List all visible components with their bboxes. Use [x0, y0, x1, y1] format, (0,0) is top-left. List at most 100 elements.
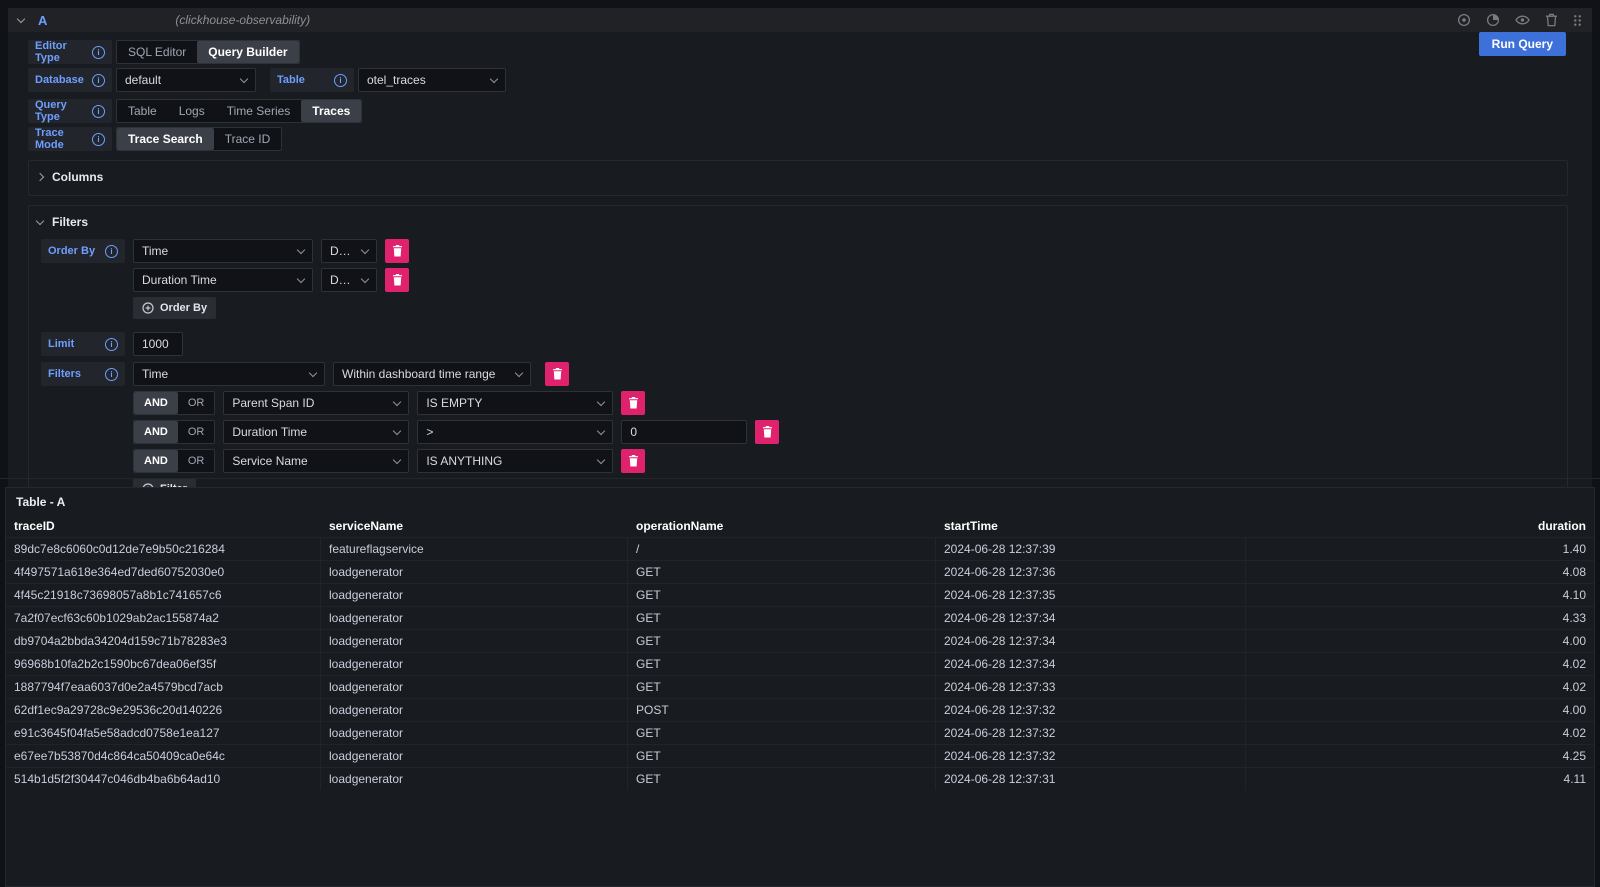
info-icon[interactable] [105, 368, 118, 381]
chevron-down-icon [361, 274, 369, 282]
editor-type-option[interactable]: SQL Editor [117, 41, 197, 63]
remove-filter-button[interactable] [621, 391, 645, 415]
trace-id-link[interactable]: 4f45c21918c73698057a8b1c741657c6 [6, 584, 321, 606]
filter-field-select[interactable]: Service Name [223, 449, 409, 473]
info-icon[interactable] [92, 46, 105, 59]
trace-id-link[interactable]: 89dc7e8c6060c0d12de7e9b50c216284 [6, 538, 321, 560]
columns-section-header[interactable]: Columns [37, 166, 1559, 188]
order-by-direction-select[interactable]: DESC [321, 239, 377, 263]
trace-id-link[interactable]: e67ee7b53870d4c864ca50409ca0e64c [6, 745, 321, 767]
limit-input[interactable] [133, 332, 183, 356]
trace-id-link[interactable]: 62df1ec9a29728c9e29536c20d140226 [6, 699, 321, 721]
trash-icon[interactable] [1545, 13, 1558, 27]
service-name-cell: loadgenerator [321, 630, 628, 652]
order-by-field-select[interactable]: Time [133, 239, 313, 263]
database-select[interactable]: default [116, 68, 256, 92]
table-row: e67ee7b53870d4c864ca50409ca0e64c loadgen… [6, 744, 1594, 767]
start-time-cell: 2024-06-28 12:37:34 [936, 607, 1246, 629]
filter-field-select[interactable]: Parent Span ID [223, 391, 409, 415]
chevron-down-icon [393, 397, 401, 405]
circle-dot-icon[interactable] [1457, 13, 1471, 27]
table-select[interactable]: otel_traces [358, 68, 506, 92]
and-option[interactable]: AND [134, 450, 178, 472]
column-header[interactable]: startTime [936, 515, 1246, 537]
order-by-direction-select[interactable]: DESC [321, 268, 377, 292]
query-type-option[interactable]: Table [117, 100, 168, 122]
table-row: 62df1ec9a29728c9e29536c20d140226 loadgen… [6, 698, 1594, 721]
or-option[interactable]: OR [178, 421, 215, 443]
service-name-cell: loadgenerator [321, 768, 628, 790]
trace-id-link[interactable]: e91c3645f04fa5e58adcd0758e1ea127 [6, 722, 321, 744]
service-name-cell: loadgenerator [321, 676, 628, 698]
info-icon[interactable] [92, 74, 105, 87]
order-by-field-select[interactable]: Duration Time [133, 268, 313, 292]
or-option[interactable]: OR [178, 450, 215, 472]
filter-field-select[interactable]: Time [133, 362, 325, 386]
trace-mode-option[interactable]: Trace ID [214, 128, 282, 150]
column-header[interactable]: duration [1246, 515, 1594, 537]
eye-icon[interactable] [1515, 14, 1530, 26]
table-row: 514b1d5f2f30447c046db4ba6b64ad10 loadgen… [6, 767, 1594, 790]
drag-handle-icon[interactable] [1573, 14, 1582, 27]
table-row: e91c3645f04fa5e58adcd0758e1ea127 loadgen… [6, 721, 1594, 744]
query-type-option[interactable]: Logs [168, 100, 216, 122]
table-row: 96968b10fa2b2c1590bc67dea06ef35f loadgen… [6, 652, 1594, 675]
remove-filter-button[interactable] [755, 420, 779, 444]
filter-value-input[interactable] [621, 420, 747, 444]
and-option[interactable]: AND [134, 421, 178, 443]
trace-id-link[interactable]: 7a2f07ecf63c60b1029ab2ac155874a2 [6, 607, 321, 629]
datasource-name: (clickhouse-observability) [175, 13, 310, 27]
run-query-button[interactable]: Run Query [1479, 32, 1566, 56]
duration-cell: 4.00 [1246, 699, 1594, 721]
time-filter-row: Time Within dashboard time range [133, 362, 779, 386]
info-icon[interactable] [105, 338, 118, 351]
trace-id-link[interactable]: 4f497571a618e364ed7ded60752030e0 [6, 561, 321, 583]
filter-operator-select[interactable]: IS EMPTY [417, 391, 613, 415]
operation-name-cell: GET [628, 584, 936, 606]
info-icon[interactable] [105, 245, 118, 258]
order-by-label: Order By [41, 239, 125, 263]
remove-filter-button[interactable] [545, 362, 569, 386]
service-name-cell: loadgenerator [321, 584, 628, 606]
pane-divider[interactable] [0, 478, 1600, 479]
add-order-by-button[interactable]: Order By [133, 297, 216, 319]
column-header[interactable]: serviceName [321, 515, 628, 537]
duration-cell: 4.02 [1246, 676, 1594, 698]
filter-operator-select[interactable]: Within dashboard time range [333, 362, 531, 386]
query-type-option[interactable]: Traces [301, 100, 361, 122]
chevron-down-icon [309, 368, 317, 376]
order-by-row: Time DESC [133, 239, 409, 263]
info-icon[interactable] [92, 133, 105, 146]
remove-filter-button[interactable] [621, 449, 645, 473]
filter-field-select[interactable]: Duration Time [223, 420, 409, 444]
trace-id-link[interactable]: 1887794f7eaa6037d0e2a4579bcd7acb [6, 676, 321, 698]
column-header[interactable]: operationName [628, 515, 936, 537]
columns-section: Columns [28, 160, 1568, 196]
or-option[interactable]: OR [178, 392, 215, 414]
trace-id-link[interactable]: db9704a2bbda34204d159c71b78283e3 [6, 630, 321, 652]
filters-section-header[interactable]: Filters [37, 211, 1559, 233]
filter-operator-select[interactable]: > [417, 420, 613, 444]
editor-type-option[interactable]: Query Builder [197, 41, 298, 63]
trace-mode-option[interactable]: Trace Search [117, 128, 214, 150]
column-header[interactable]: traceID [6, 515, 321, 537]
trace-id-link[interactable]: 96968b10fa2b2c1590bc67dea06ef35f [6, 653, 321, 675]
remove-order-by-button[interactable] [385, 239, 409, 263]
operation-name-cell: GET [628, 653, 936, 675]
duration-cell: 4.25 [1246, 745, 1594, 767]
trace-id-link[interactable]: 514b1d5f2f30447c046db4ba6b64ad10 [6, 768, 321, 790]
start-time-cell: 2024-06-28 12:37:32 [936, 722, 1246, 744]
query-type-option[interactable]: Time Series [216, 100, 302, 122]
operation-name-cell: GET [628, 561, 936, 583]
duration-cell: 4.00 [1246, 630, 1594, 652]
table-row: db9704a2bbda34204d159c71b78283e3 loadgen… [6, 629, 1594, 652]
info-icon[interactable] [92, 105, 105, 118]
pie-chart-icon[interactable] [1486, 13, 1500, 27]
filter-operator-select[interactable]: IS ANYTHING [417, 449, 613, 473]
order-by-row: Duration Time DESC [133, 268, 409, 292]
and-option[interactable]: AND [134, 392, 178, 414]
chevron-down-icon[interactable] [17, 15, 25, 23]
remove-order-by-button[interactable] [385, 268, 409, 292]
info-icon[interactable] [334, 74, 347, 87]
duration-cell: 4.11 [1246, 768, 1594, 790]
